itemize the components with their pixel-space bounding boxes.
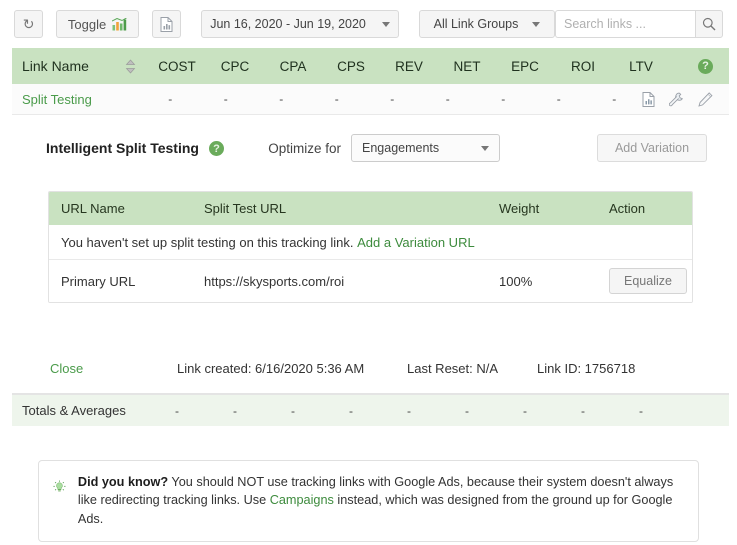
totals-cpa: - — [291, 403, 295, 418]
split-testing-panel: Intelligent Split Testing ? Optimize for… — [12, 115, 729, 394]
refresh-button[interactable]: ↻ — [14, 10, 44, 38]
chevron-down-icon — [481, 145, 489, 151]
table-row[interactable]: Split Testing - - - - - - - - - — [12, 84, 729, 115]
lightbulb-icon — [53, 480, 66, 492]
help-circle-icon[interactable]: ? — [208, 141, 224, 157]
empty-state-row: You haven't set up split testing on this… — [49, 225, 692, 260]
toolbar: ↻ Toggle Jun 16, 2020 - Jun 19, 2020 All… — [0, 0, 737, 48]
column-header-link-name[interactable]: Link Name — [12, 58, 112, 74]
totals-epc: - — [523, 403, 527, 418]
row-link-name[interactable]: Split Testing — [12, 92, 108, 107]
totals-row: Totals & Averages - - - - - - - - - — [12, 394, 729, 426]
cell-url-name: Primary URL — [61, 273, 136, 289]
links-table: Link Name COST CPC CPA CPS REV NET EPC R… — [0, 48, 737, 426]
totals-label: Totals & Averages — [22, 403, 126, 418]
column-header-cpc[interactable]: CPC — [206, 59, 264, 74]
column-header-split-test-url: Split Test URL — [204, 201, 287, 216]
totals-net: - — [465, 403, 469, 418]
row-action-group — [642, 91, 729, 107]
cell-action: Equalize — [609, 268, 692, 294]
bar-chart-icon — [112, 17, 127, 30]
cell-cps: - — [334, 92, 339, 106]
link-group-select[interactable]: All Link Groups — [419, 10, 555, 38]
totals-rev: - — [407, 403, 411, 418]
link-id-text: Link ID: 1756718 — [537, 360, 636, 376]
pencil-icon[interactable] — [698, 91, 713, 107]
document-export-icon — [160, 16, 173, 32]
chevron-down-icon — [532, 21, 541, 27]
column-header-net[interactable]: NET — [438, 59, 496, 74]
panel-title: Intelligent Split Testing — [46, 140, 199, 156]
cell-net: - — [445, 92, 450, 106]
column-header-weight: Weight — [499, 201, 540, 216]
table-header-row: Link Name COST CPC CPA CPS REV NET EPC R… — [12, 48, 729, 84]
campaigns-link[interactable]: Campaigns — [270, 493, 334, 507]
toggle-button-label: Toggle — [67, 16, 107, 32]
did-you-know-notice: Did you know? You should NOT use trackin… — [38, 460, 699, 543]
column-header-cpa[interactable]: CPA — [264, 59, 322, 74]
panel-footer: Close Link created: 6/16/2020 5:36 AM La… — [30, 351, 711, 385]
column-header-epc[interactable]: EPC — [496, 59, 554, 74]
cell-split-test-url: https://skysports.com/roi — [204, 273, 345, 289]
last-reset-text: Last Reset: N/A — [407, 360, 499, 376]
date-range-picker[interactable]: Jun 16, 2020 - Jun 19, 2020 — [201, 10, 400, 38]
link-group-value: All Link Groups — [433, 17, 519, 31]
export-button[interactable] — [151, 10, 182, 38]
table-help-area: ? — [670, 58, 729, 74]
date-range-value: Jun 16, 2020 - Jun 19, 2020 — [210, 17, 366, 31]
split-test-table: URL Name Split Test URL Weight Action Yo… — [48, 191, 693, 303]
link-created-text: Link created: 6/16/2020 5:36 AM — [177, 360, 365, 376]
optimize-for-select[interactable]: Engagements — [351, 134, 500, 162]
cell-cpc: - — [223, 92, 228, 106]
column-header-rev[interactable]: REV — [380, 59, 438, 74]
column-header-action: Action — [609, 201, 646, 216]
notice-lead: Did you know? — [77, 475, 169, 489]
optimize-for-value: Engagements — [362, 141, 440, 155]
report-icon[interactable] — [642, 91, 655, 107]
chevron-down-icon — [381, 21, 390, 27]
split-test-header-row: URL Name Split Test URL Weight Action — [49, 192, 692, 225]
split-test-row: Primary URL https://skysports.com/roi 10… — [49, 260, 692, 302]
totals-ltv: - — [639, 403, 643, 418]
cell-cpa: - — [279, 92, 284, 106]
optimize-for-label: Optimize for — [268, 140, 341, 156]
refresh-icon: ↻ — [22, 16, 35, 32]
help-circle-icon[interactable]: ? — [698, 58, 713, 74]
column-header-ltv[interactable]: LTV — [612, 59, 670, 74]
cell-weight: 100% — [499, 273, 533, 289]
notice-area: Did you know? You should NOT use trackin… — [0, 426, 737, 543]
column-header-url-name: URL Name — [61, 201, 125, 216]
cell-epc: - — [501, 92, 506, 106]
totals-cps: - — [349, 403, 353, 418]
search-input[interactable] — [555, 10, 695, 38]
column-header-roi[interactable]: ROI — [554, 59, 612, 74]
totals-cpc: - — [233, 403, 237, 418]
toggle-chart-button[interactable]: Toggle — [55, 10, 140, 38]
wrench-icon[interactable] — [669, 92, 684, 107]
cell-cost: - — [168, 92, 173, 106]
panel-header: Intelligent Split Testing ? Optimize for… — [30, 131, 711, 165]
search-button[interactable] — [695, 10, 723, 38]
panel-help-wrap: ? — [208, 140, 224, 157]
cell-rev: - — [390, 92, 395, 106]
add-variation-button[interactable]: Add Variation — [597, 134, 707, 162]
add-variation-url-link[interactable]: Add a Variation URL — [357, 235, 475, 250]
sort-updown-icon[interactable] — [112, 58, 148, 74]
column-header-cps[interactable]: CPS — [322, 59, 380, 74]
search-area — [555, 10, 723, 38]
column-header-cost[interactable]: COST — [148, 59, 206, 74]
totals-roi: - — [581, 403, 585, 418]
cell-ltv: - — [612, 92, 617, 106]
close-panel-link[interactable]: Close — [50, 361, 177, 376]
empty-state-text: You haven't set up split testing on this… — [61, 234, 354, 250]
cell-roi: - — [556, 92, 561, 106]
notice-text: Did you know? You should NOT use trackin… — [78, 473, 684, 528]
totals-cost: - — [175, 403, 179, 418]
equalize-button[interactable]: Equalize — [609, 268, 687, 294]
search-icon — [702, 17, 716, 31]
